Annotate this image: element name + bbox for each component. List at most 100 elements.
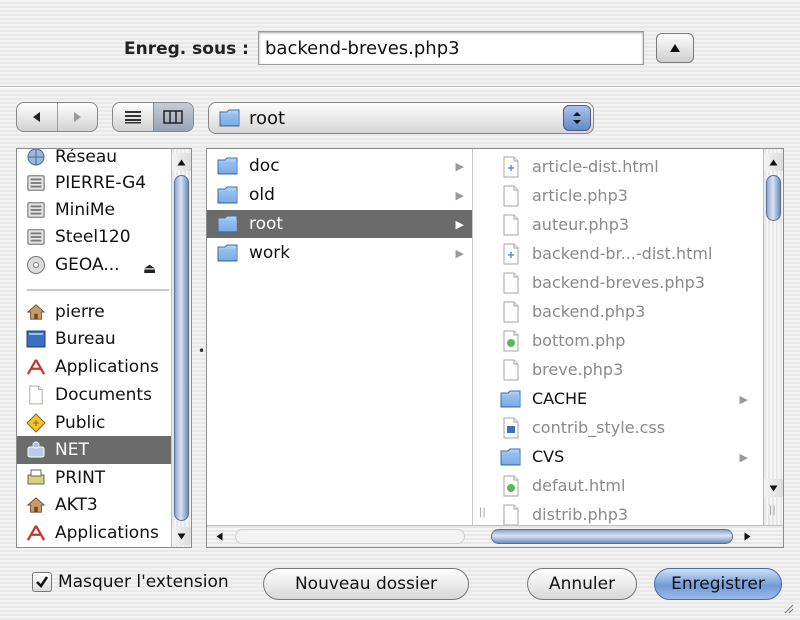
file-row[interactable]: article.php3 xyxy=(474,181,764,210)
scroll-down-arrow-icon[interactable] xyxy=(764,479,783,497)
file-row[interactable]: article-dist.html xyxy=(474,152,764,181)
folder-row-old[interactable]: old ▶ xyxy=(207,181,472,209)
hide-extension-checkbox[interactable] xyxy=(32,572,52,592)
document-icon xyxy=(500,272,522,294)
horizontal-scroll-thumb[interactable] xyxy=(491,529,733,544)
file-row-label: breve.php3 xyxy=(532,360,624,379)
sidebar-item-label: Steel120 xyxy=(55,227,131,247)
disclosure-arrow-icon: ▶ xyxy=(739,393,748,406)
horizontal-track-empty xyxy=(235,529,465,544)
file-row[interactable]: backend-br...-dist.html xyxy=(474,239,764,268)
new-folder-button[interactable]: Nouveau dossier xyxy=(263,568,469,600)
column-view-button[interactable] xyxy=(152,103,193,131)
cancel-button[interactable]: Annuler xyxy=(527,568,637,600)
browser-horizontal-scrollbar[interactable] xyxy=(207,525,783,547)
sidebar-item-pierre[interactable]: pierre xyxy=(17,298,171,326)
file-row[interactable]: defaut.html xyxy=(474,471,764,500)
sidebar: Réseau PIERRE-G4 MiniMe Steel120 GEOA...… xyxy=(16,148,192,548)
sidebar-item-net[interactable]: NET xyxy=(17,436,171,464)
collapse-dialog-button[interactable] xyxy=(656,33,694,63)
document-icon xyxy=(500,185,522,207)
cd-icon xyxy=(25,255,47,275)
file-row[interactable]: auteur.php3 xyxy=(474,210,764,239)
eject-icon[interactable]: ⏏ xyxy=(143,261,156,277)
sidebar-item-bureau[interactable]: Bureau xyxy=(17,325,171,353)
folder-row-doc[interactable]: doc ▶ xyxy=(207,152,472,180)
network-icon xyxy=(25,149,47,167)
column-browser: doc ▶ old ▶ root ▶ work ▶ article-dist.h… xyxy=(206,148,784,548)
sidebar-item-applications[interactable]: Applications xyxy=(17,353,171,381)
folder-row-work[interactable]: work ▶ xyxy=(207,239,472,267)
scroll-up-arrow-icon[interactable] xyxy=(172,153,191,171)
sidebar-item-print[interactable]: PRINT xyxy=(17,464,171,492)
folder-icon xyxy=(217,242,239,264)
browser-column-2: article-dist.html article.php3 auteur.ph… xyxy=(474,149,764,525)
file-row[interactable]: distrib.php3 xyxy=(474,500,764,525)
column-resize-icon[interactable]: || xyxy=(479,507,486,518)
sidebar-item-label: Applications xyxy=(55,523,159,543)
file-row[interactable]: backend.php3 xyxy=(474,297,764,326)
document-icon xyxy=(500,359,522,381)
scroll-left-arrow-icon[interactable] xyxy=(209,526,229,547)
filename-input[interactable] xyxy=(258,31,644,65)
document-icon xyxy=(500,301,522,323)
computer-icon xyxy=(25,200,47,220)
sidebar-scrollbar[interactable] xyxy=(171,149,191,547)
document-icon xyxy=(500,214,522,236)
disclosure-arrow-icon: ▶ xyxy=(455,218,464,231)
folder-row-cvs[interactable]: CVS ▶ xyxy=(474,442,764,471)
computer-icon xyxy=(25,227,47,247)
list-view-icon xyxy=(124,111,141,124)
hide-extension-label: Masquer l'extension xyxy=(58,572,229,592)
history-nav xyxy=(16,102,98,132)
disclosure-arrow-icon: ▶ xyxy=(739,451,748,464)
forward-button[interactable] xyxy=(56,103,98,131)
scroll-right-arrow-icon[interactable] xyxy=(737,526,757,547)
splitter-handle-icon[interactable]: • xyxy=(198,344,205,358)
sidebar-separator xyxy=(27,289,169,291)
browser-vertical-scrollbar[interactable]: || xyxy=(763,149,783,525)
forward-arrow-icon xyxy=(74,112,82,122)
documents-icon xyxy=(25,385,47,405)
save-button[interactable]: Enregistrer xyxy=(654,568,782,600)
file-row[interactable]: contrib_style.css xyxy=(474,413,764,442)
save-as-row: Enreg. sous : xyxy=(0,0,800,84)
column-resize-icon[interactable]: || xyxy=(769,505,776,516)
file-row-label: article.php3 xyxy=(532,186,628,205)
folder-row-root[interactable]: root ▶ xyxy=(207,210,472,238)
list-view-button[interactable] xyxy=(113,103,153,131)
file-row-label: backend-breves.php3 xyxy=(532,273,705,292)
folder-row-cache[interactable]: CACHE ▶ xyxy=(474,384,764,413)
resize-grip-icon[interactable] xyxy=(782,602,794,614)
file-row[interactable]: bottom.php xyxy=(474,326,764,355)
sidebar-item-label: pierre xyxy=(55,302,105,322)
scroll-down-arrow-icon[interactable] xyxy=(172,527,191,545)
back-button[interactable] xyxy=(17,103,57,131)
sidebar-item-pierre-g4[interactable]: PIERRE-G4 xyxy=(17,169,171,197)
disclosure-arrow-icon: ▶ xyxy=(455,247,464,260)
sidebar-item-akt3[interactable]: AKT3 xyxy=(17,491,171,519)
sidebar-item-documents[interactable]: Documents xyxy=(17,381,171,409)
folder-icon xyxy=(217,213,239,235)
sidebar-item-label: Documents xyxy=(55,385,152,405)
sidebar-item-label: MiniMe xyxy=(55,200,116,220)
column-view-icon xyxy=(163,110,183,124)
location-label: root xyxy=(249,107,286,129)
location-popup[interactable]: root xyxy=(208,102,594,134)
folder-icon xyxy=(217,155,239,177)
browser-scroll-thumb[interactable] xyxy=(766,175,781,221)
sidebar-item-minime[interactable]: MiniMe xyxy=(17,196,171,224)
scroll-up-arrow-icon[interactable] xyxy=(764,153,783,171)
popup-arrows-icon xyxy=(563,105,591,131)
sidebar-item-label: Bureau xyxy=(55,329,116,349)
sidebar-scroll-thumb[interactable] xyxy=(174,175,189,521)
sidebar-item-network[interactable]: Réseau xyxy=(17,149,171,171)
file-row[interactable]: backend-breves.php3 xyxy=(474,268,764,297)
file-row[interactable]: breve.php3 xyxy=(474,355,764,384)
sidebar-item-label: Public xyxy=(55,413,106,433)
sidebar-item-steel120[interactable]: Steel120 xyxy=(17,223,171,251)
sidebar-item-public[interactable]: Public xyxy=(17,409,171,437)
sidebar-item-label: Applications xyxy=(55,357,159,377)
sidebar-item-applications-2[interactable]: Applications xyxy=(17,519,171,547)
desktop-icon xyxy=(25,329,47,349)
